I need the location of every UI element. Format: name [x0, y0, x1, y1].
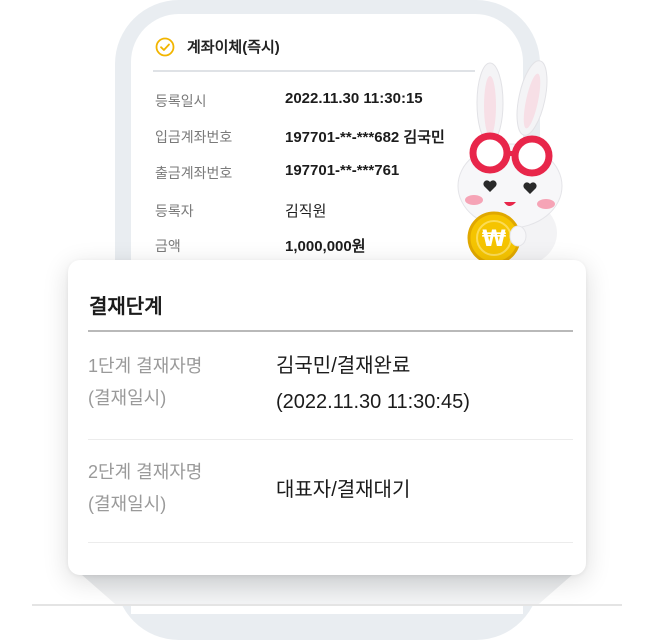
stage-label: 2단계 결재자명 (결재일시) — [88, 462, 203, 514]
row-value: 2022.11.30 11:30:15 — [285, 90, 423, 107]
rabbit-mascot-icon: ₩ — [457, 60, 563, 267]
transfer-title: 계좌이체(즉시) — [187, 39, 280, 56]
row-label: 출금계좌번호 — [155, 165, 233, 181]
stage-value: 김국민/결재완료 (2022.11.30 11:30:45) — [276, 355, 470, 413]
row-label: 등록일시 — [155, 93, 207, 109]
stage-value: 대표자/결재대기 — [276, 479, 411, 501]
row-value: 197701-**-***682 김국민 — [285, 129, 445, 146]
check-circle-icon — [155, 37, 175, 56]
row-label: 입금계좌번호 — [155, 129, 233, 145]
row-label: 금액 — [155, 238, 181, 254]
row-value: 1,000,000원 — [285, 238, 366, 255]
stage-divider — [88, 542, 573, 543]
approval-title: 결재단계 — [89, 296, 163, 318]
row-value: 김직원 — [285, 203, 327, 220]
row-label: 등록자 — [155, 203, 194, 219]
row-value: 197701-**-***761 — [285, 162, 400, 179]
transfer-divider — [153, 70, 475, 72]
approval-divider — [88, 330, 573, 332]
base-line — [32, 604, 622, 606]
svg-text:₩: ₩ — [482, 227, 506, 252]
transfer-header: 계좌이체(즉시) — [155, 36, 280, 57]
phone-base-shadow — [82, 575, 572, 605]
stage-label: 1단계 결재자명 (결재일시) — [88, 356, 203, 408]
stage-divider — [88, 439, 573, 440]
approval-card: 결재단계 1단계 결재자명 (결재일시) 김국민/결재완료 (2022.11.3… — [68, 260, 586, 575]
